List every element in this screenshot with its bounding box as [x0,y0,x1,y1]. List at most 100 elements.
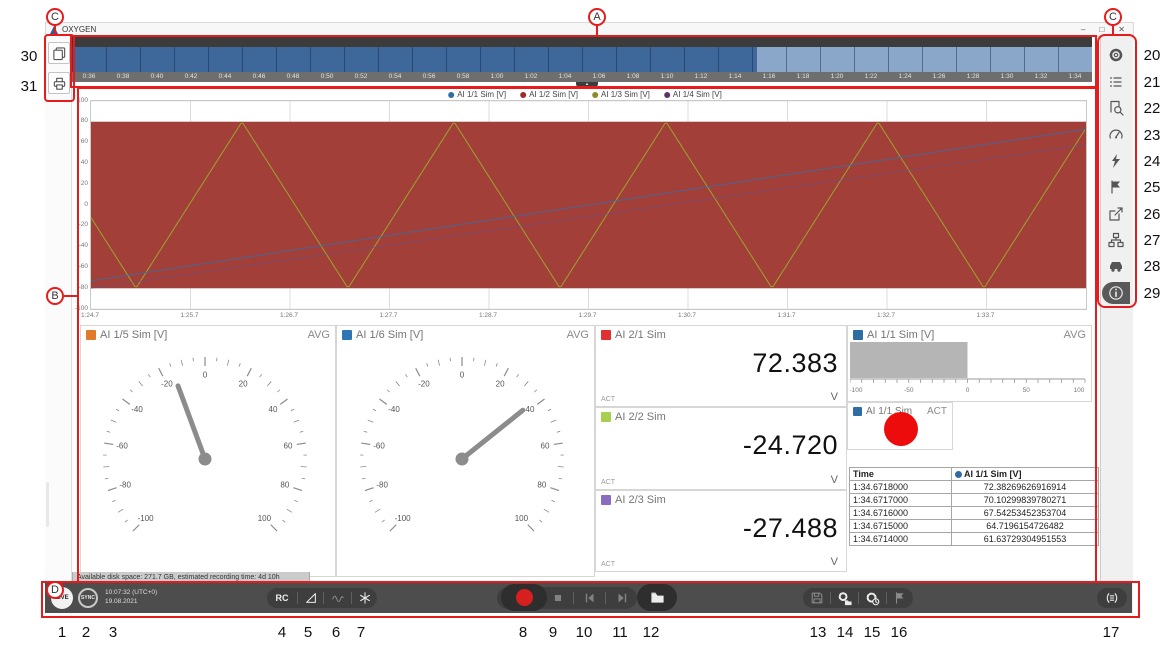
table-header-time: Time [850,468,952,481]
sidebar-item-sync-setup[interactable] [1104,229,1128,251]
timeline-tick: 0:36 [72,72,106,82]
meter-value: 72.383 [752,348,838,379]
digital-meter-1[interactable]: AI 2/1 Sim 72.383 V ACT [595,325,847,407]
setup-settings-button[interactable] [859,588,886,608]
skip-to-start-button[interactable] [574,587,605,609]
timeline-grid [72,47,1092,72]
load-setup-button[interactable] [831,588,858,608]
indicator-mode-label: ACT [927,406,947,417]
table-cell-value: 61.63729304951553 [952,533,1099,546]
sidebar-item-markers[interactable] [1104,176,1128,198]
annotation-number-30: 30 [17,48,41,65]
sidebar-item-data-review[interactable] [1104,97,1128,119]
bar-tick-label: 100 [1074,387,1085,394]
gauge-tick-label: 0 [460,371,465,380]
timeline-tick: 0:50 [310,72,344,82]
table-row: 1:34.671600067.54253452353704 [850,507,1099,520]
timeline-tick: 1:12 [684,72,718,82]
gauge-widget-2[interactable]: AI 1/6 Sim [V] AVG -100-80-60-40-2002040… [336,325,595,577]
bar-tick-label: 0 [966,387,970,394]
set-square-icon [304,591,318,605]
data-screens-button[interactable] [1097,588,1127,608]
x-tick-label: 1:24.7 [81,312,99,319]
bottom-control-bar: LIVE SYNC 10:07:32 (UTC+0) 19.08.2021 RC [45,583,1132,613]
gauge-widget-1[interactable]: AI 1/5 Sim [V] AVG -100-80-60-40-2002040… [80,325,336,577]
stop-button[interactable] [543,587,573,609]
sidebar-item-measurement[interactable] [1104,124,1128,146]
timeline-tick: 1:34 [1058,72,1092,82]
sidebar-item-system-information[interactable] [1102,282,1130,304]
gauge-tick-label: 80 [280,480,289,489]
indicator-widget[interactable]: AI 1/1 Sim ACT [847,402,953,450]
close-button[interactable]: ✕ [1118,25,1125,34]
document-search-icon [1108,100,1124,116]
time-text: 10:07:32 (UTC+0) [105,588,157,597]
digital-meter-3[interactable]: AI 2/3 Sim -27.488 V ACT [595,490,847,572]
flag-icon [1108,179,1124,195]
x-tick-label: 1:32.7 [877,312,895,319]
channel-color-swatch [853,407,862,416]
gauge-dial: -100-80-60-40-20020406080100 [337,341,587,563]
skip-start-icon [583,591,597,605]
channel-color-swatch [342,330,352,340]
scope-chart[interactable]: AI 1/1 Sim [V]AI 1/2 Sim [V]AI 1/3 Sim [… [78,88,1092,324]
gauge-dial: -100-80-60-40-20020406080100 [81,341,329,563]
minimize-button[interactable]: – [1081,25,1085,34]
clock-display: 10:07:32 (UTC+0) 19.08.2021 [105,588,157,606]
gauge-channel-label: AI 1/6 Sim [V] [356,329,423,341]
legend-dot [448,92,454,98]
sidebar-item-channel-list[interactable] [1104,71,1128,93]
remote-control-button[interactable]: RC [267,588,297,608]
print-button[interactable] [48,72,70,94]
bar-tick-label: -100 [850,387,863,394]
gauge-channel-label: AI 1/5 Sim [V] [100,329,167,341]
timeline-tick: 0:58 [446,72,480,82]
timeline-header[interactable] [72,37,1092,47]
bar-meter-widget[interactable]: AI 1/1 Sim [V] AVG -100-50050100 [847,325,1092,402]
record-button[interactable] [501,584,547,611]
annotation-number-10: 10 [572,624,596,641]
floppy-icon [810,591,824,605]
sidebar-item-power[interactable] [1104,255,1128,277]
gauge-tick-label: 20 [496,380,505,389]
value-table-widget[interactable]: TimeAI 1/1 Sim [V]1:34.671800072.3826962… [849,467,1099,546]
open-file-button[interactable] [637,584,677,611]
chart-plot-area[interactable] [90,100,1087,310]
record-icon [516,589,533,606]
annotation-number-24: 24 [1140,153,1164,170]
annotation-number-2: 2 [74,624,98,641]
gauge-mode-label: AVG [567,329,589,341]
save-button[interactable] [803,588,830,608]
digital-meter-2[interactable]: AI 2/2 Sim -24.720 V ACT [595,407,847,490]
timeline-handle[interactable]: ▴ [576,82,598,87]
annotation-number-27: 27 [1140,232,1164,249]
gauge-tick-label: -100 [395,514,412,523]
legend-dot [520,92,526,98]
y-tick-label: -100 [72,305,88,312]
channel-color-swatch [601,495,611,505]
sync-button[interactable]: SYNC [78,588,98,608]
signal-tool-button[interactable] [324,588,351,608]
marker-button[interactable] [887,588,913,608]
screens-pill [1097,588,1127,608]
stop-icon [551,591,565,605]
meter-channel-label: AI 2/2 Sim [615,411,666,423]
gauge-tick-label: 100 [258,514,272,523]
measure-tool-button[interactable] [298,588,323,608]
sidebar-item-system-settings[interactable] [1104,44,1128,66]
sidebar-item-export[interactable] [1104,203,1128,225]
channel-color-swatch [853,330,863,340]
sidebar-item-trigger-events[interactable] [1104,150,1128,172]
timeline-tick: 1:10 [650,72,684,82]
freeze-button[interactable] [352,588,377,608]
timeline-tick: 1:04 [548,72,582,82]
maximize-button[interactable]: □ [1099,25,1104,34]
legend-label: AI 1/3 Sim [V] [601,90,650,99]
gauge-tick-label: 20 [239,380,248,389]
report-pages-button[interactable] [48,42,70,64]
panel-resize-handle[interactable] [46,482,49,527]
skip-to-end-button[interactable] [606,587,637,609]
legend-dot [592,92,598,98]
annotation-number-4: 4 [270,624,294,641]
timeline-tick: 1:16 [752,72,786,82]
